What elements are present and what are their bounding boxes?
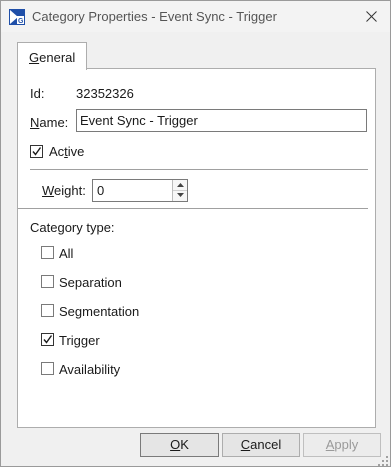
category-availability-label[interactable]: Availability <box>59 362 120 377</box>
active-label[interactable]: Active <box>49 144 84 159</box>
category-segmentation-checkbox[interactable] <box>41 304 54 317</box>
weight-stepper-buttons <box>172 180 187 201</box>
app-icon: G <box>9 9 25 25</box>
separator-1 <box>30 169 368 170</box>
title-bar[interactable]: G Category Properties - Event Sync - Tri… <box>1 1 390 32</box>
check-icon <box>43 335 53 344</box>
name-label: Name: <box>30 115 69 130</box>
category-availability-checkbox[interactable] <box>41 362 54 375</box>
apply-button[interactable]: Apply <box>303 433 381 457</box>
svg-text:G: G <box>18 18 24 25</box>
close-icon <box>365 11 377 22</box>
active-checkbox[interactable] <box>30 145 43 158</box>
category-trigger-checkbox[interactable] <box>41 333 54 346</box>
category-all-checkbox[interactable] <box>41 246 54 259</box>
general-panel: Id: 32352326 Name: Event Sync - Trigger … <box>17 68 376 428</box>
close-button[interactable] <box>352 1 390 32</box>
weight-value[interactable]: 0 <box>97 183 104 198</box>
tab-general-label: General <box>29 50 76 65</box>
check-icon <box>32 147 42 156</box>
dialog-window: G Category Properties - Event Sync - Tri… <box>0 0 391 467</box>
ok-button[interactable]: OK <box>140 433 219 457</box>
spin-down-icon <box>176 193 184 197</box>
window-title: Category Properties - Event Sync - Trigg… <box>32 9 277 24</box>
cancel-button[interactable]: Cancel <box>222 433 300 457</box>
separator-2 <box>18 208 368 209</box>
weight-stepper[interactable]: 0 <box>92 179 188 202</box>
tab-general[interactable]: General <box>17 42 87 70</box>
spin-down-button[interactable] <box>173 190 187 200</box>
id-value: 32352326 <box>76 86 134 101</box>
category-segmentation-label[interactable]: Segmentation <box>59 304 139 319</box>
spin-up-icon <box>176 183 184 187</box>
resize-grip-icon[interactable] <box>378 454 388 466</box>
name-field[interactable]: Event Sync - Trigger <box>76 109 367 132</box>
category-all-label[interactable]: All <box>59 246 73 261</box>
weight-label: Weight: <box>42 183 86 198</box>
category-separation-label[interactable]: Separation <box>59 275 122 290</box>
id-label: Id: <box>30 86 45 101</box>
category-type-label: Category type: <box>30 220 115 235</box>
category-separation-checkbox[interactable] <box>41 275 54 288</box>
category-trigger-label[interactable]: Trigger <box>59 333 100 348</box>
